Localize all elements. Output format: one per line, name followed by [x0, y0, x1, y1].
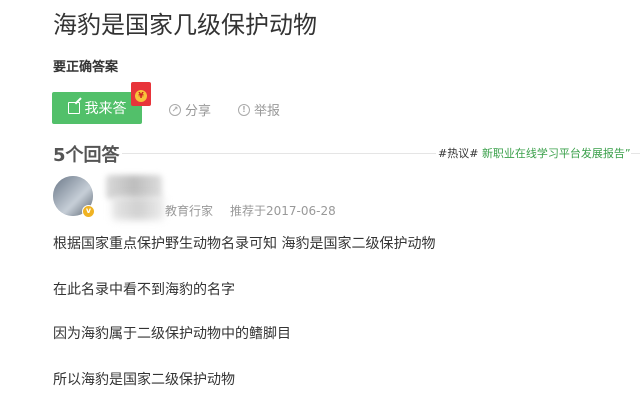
answer-button[interactable]: 我来答 [52, 92, 142, 124]
answer-line: 因为海豹属于二级保护动物中的鳍脚目 [53, 326, 291, 342]
answer-category: 教育行家 [165, 204, 214, 218]
answer-button-label: 我来答 [84, 101, 127, 117]
coin-icon: ¥ [135, 90, 147, 102]
question-subtitle: 要正确答案 [53, 60, 119, 75]
share-label: 分享 [185, 104, 212, 119]
report-icon: ! [238, 103, 250, 116]
answer-line: 所以海豹是国家二级保护动物 [53, 372, 235, 388]
answer-count: 5个回答 [53, 145, 120, 166]
share-button[interactable]: ↗ 分享 [169, 100, 211, 119]
report-button[interactable]: ! 举报 [238, 100, 280, 119]
hot-topic-tag: #热议# [438, 147, 479, 160]
red-envelope-icon[interactable]: ¥ [131, 82, 151, 106]
hot-topic-link[interactable]: 新职业在线学习平台发展报告” [482, 147, 631, 160]
edit-icon [67, 102, 80, 114]
answer-line: 在此名录中看不到海豹的名字 [53, 282, 235, 298]
hot-topic: #热议# 新职业在线学习平台发展报告” [436, 145, 631, 161]
answer-line: 根据国家重点保护野生动物名录可知 海豹是国家二级保护动物 [53, 236, 436, 252]
username-blurred-secondary [112, 196, 164, 220]
verified-badge-icon: v [82, 205, 95, 218]
report-label: 举报 [254, 104, 281, 119]
answer-date: 推荐于2017-06-28 [230, 204, 336, 218]
share-icon: ↗ [169, 103, 181, 116]
question-title: 海豹是国家几级保护动物 [53, 11, 317, 39]
